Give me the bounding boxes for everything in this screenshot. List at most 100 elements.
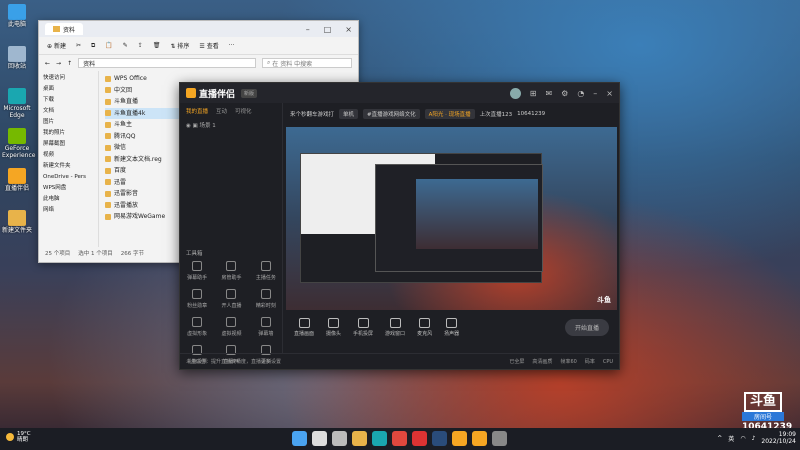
tool-item[interactable]: 虚拟视频 (214, 317, 248, 337)
cut-icon[interactable]: ✂ (76, 42, 81, 49)
app-statusbar: 斗鱼公告：提升直播流畅度，直播录制设置 已全屏 高清画质 帧率60 码率 CPU (180, 353, 619, 369)
nav-item[interactable]: 网络 (43, 205, 94, 216)
desktop-icon-nvidia[interactable]: GeForce Experience (2, 128, 35, 159)
nav-item[interactable]: 屏幕截图 (43, 139, 94, 150)
capture-control[interactable]: 手机投屏 (353, 317, 373, 337)
room-tag[interactable]: #直播游戏网络文化 (363, 109, 420, 119)
app-tab[interactable]: 可视化 (235, 107, 252, 115)
scene-item[interactable]: ◉ ▣ 场景 1 (180, 119, 282, 131)
explorer-tab[interactable]: 资料 (45, 23, 84, 35)
app-icon[interactable] (472, 431, 487, 446)
tool-label: 房管助手 (221, 275, 242, 281)
folder-icon (8, 210, 26, 226)
chrome-icon[interactable] (392, 431, 407, 446)
desktop-icon-app[interactable]: 直播伴侣 (2, 168, 32, 192)
nav-item[interactable]: 文档 (43, 106, 94, 117)
start-icon[interactable] (292, 431, 307, 446)
edge-icon[interactable] (372, 431, 387, 446)
clock[interactable]: 19:09 2022/10/24 (761, 431, 796, 445)
app-titlebar: 直播伴侣 新版 ⊞ ✉ ⚙ ◔ – × (180, 83, 619, 103)
weather-widget[interactable]: 19°C 晴朗 (6, 431, 31, 443)
capture-control[interactable]: 直播画面 (294, 317, 314, 337)
nav-item[interactable]: 快速访问 (43, 73, 94, 84)
gift-icon[interactable]: ⊞ (530, 89, 537, 98)
nav-item[interactable]: 视频 (43, 150, 94, 161)
file-name: WPS Office (114, 75, 147, 82)
tool-item[interactable]: 开人直播 (214, 289, 248, 309)
more-icon[interactable]: ··· (229, 42, 235, 49)
nav-item[interactable]: 此电脑 (43, 194, 94, 205)
minimize-button[interactable]: – (593, 89, 597, 98)
nav-item[interactable]: WPS网盘 (43, 183, 94, 194)
tool-item[interactable]: 房管助手 (214, 261, 248, 281)
steam-icon[interactable] (432, 431, 447, 446)
tool-label: 虚拟形象 (187, 331, 208, 337)
capture-control[interactable]: 麦克风 (417, 317, 432, 337)
app-tab[interactable]: 互动 (216, 107, 227, 115)
desktop-icon-this-pc[interactable]: 此电脑 (2, 4, 32, 28)
desktop-icon-edge[interactable]: Microsoft Edge (2, 88, 32, 119)
app-tab[interactable]: 我的直播 (186, 107, 208, 115)
chevron-up-icon[interactable]: ^ (717, 435, 722, 442)
douyu-icon[interactable] (452, 431, 467, 446)
bell-icon[interactable]: ◔ (577, 89, 584, 98)
sort-button[interactable]: ⇅ 排序 (170, 41, 189, 50)
tool-item[interactable]: 主播任务 (249, 261, 283, 281)
forward-icon[interactable]: → (56, 60, 61, 67)
search-icon[interactable] (312, 431, 327, 446)
tool-item[interactable]: 粉丝勋章 (180, 289, 214, 309)
nested-screen-capture (300, 153, 543, 283)
wps-icon[interactable] (412, 431, 427, 446)
maximize-button[interactable]: □ (324, 25, 332, 34)
file-explorer-icon[interactable] (352, 431, 367, 446)
start-live-button[interactable]: 开始直播 (564, 318, 609, 336)
capture-control[interactable]: 扬声器 (444, 317, 459, 337)
live-preview[interactable]: 斗鱼 (286, 127, 617, 310)
close-button[interactable]: × (345, 25, 352, 34)
capture-control[interactable]: 游戏窗口 (385, 317, 405, 337)
language-indicator[interactable]: 英 (728, 434, 734, 443)
this-pc-icon (8, 4, 26, 20)
tool-item[interactable]: 精彩时刻 (249, 289, 283, 309)
tool-item[interactable]: 虚拟形象 (180, 317, 214, 337)
desktop-icon-folder[interactable]: 新建文件夹 (2, 210, 32, 234)
file-icon (105, 190, 111, 197)
nav-item[interactable]: 桌面 (43, 84, 94, 95)
app-tabs: 我的直播 互动 可视化 (180, 103, 282, 119)
nav-item[interactable]: 新建文件夹 (43, 161, 94, 172)
nav-item[interactable]: 我的照片 (43, 128, 94, 139)
minimize-button[interactable]: – (306, 25, 310, 34)
delete-icon[interactable]: 🗑 (153, 42, 161, 49)
wifi-icon[interactable]: ◠ (740, 435, 745, 442)
tool-item[interactable]: 弹幕助手 (180, 261, 214, 281)
file-name: 迅雷 (114, 178, 127, 186)
close-button[interactable]: × (606, 89, 613, 98)
task-view-icon[interactable] (332, 431, 347, 446)
address-input[interactable]: 资料 (78, 58, 256, 68)
room-category[interactable]: 单机 (339, 109, 359, 119)
room-id: 10641239 (517, 111, 546, 117)
mail-icon[interactable]: ✉ (545, 89, 552, 98)
search-input[interactable]: ⌕ 在 资料 中搜索 (262, 58, 352, 68)
room-title[interactable]: 来个秒翻车游戏打 (290, 110, 334, 118)
settings-icon[interactable] (492, 431, 507, 446)
capture-control[interactable]: 摄像头 (326, 317, 341, 337)
avatar[interactable] (509, 87, 521, 99)
view-button[interactable]: ☰ 查看 (199, 41, 218, 50)
new-button[interactable]: ⊕ 新建 (47, 41, 66, 50)
recycle-bin-icon (8, 46, 26, 62)
rename-icon[interactable]: ✎ (123, 42, 128, 49)
paste-icon[interactable]: 📋 (105, 42, 112, 49)
nav-item[interactable]: 下载 (43, 95, 94, 106)
status-item-count: 25 个项目 (45, 251, 71, 257)
settings-icon[interactable]: ⚙ (561, 89, 568, 98)
volume-icon[interactable]: ♪ (752, 435, 756, 442)
nav-item[interactable]: OneDrive - Pers (43, 172, 94, 183)
share-icon[interactable]: ⇪ (138, 42, 143, 49)
desktop-icon-recycle-bin[interactable]: 回收站 (2, 46, 32, 70)
up-icon[interactable]: ↑ (67, 60, 72, 67)
copy-icon[interactable]: ⧉ (91, 42, 95, 50)
nav-item[interactable]: 图片 (43, 117, 94, 128)
back-icon[interactable]: ← (45, 60, 50, 67)
tool-item[interactable]: 弹幕墙 (249, 317, 283, 337)
